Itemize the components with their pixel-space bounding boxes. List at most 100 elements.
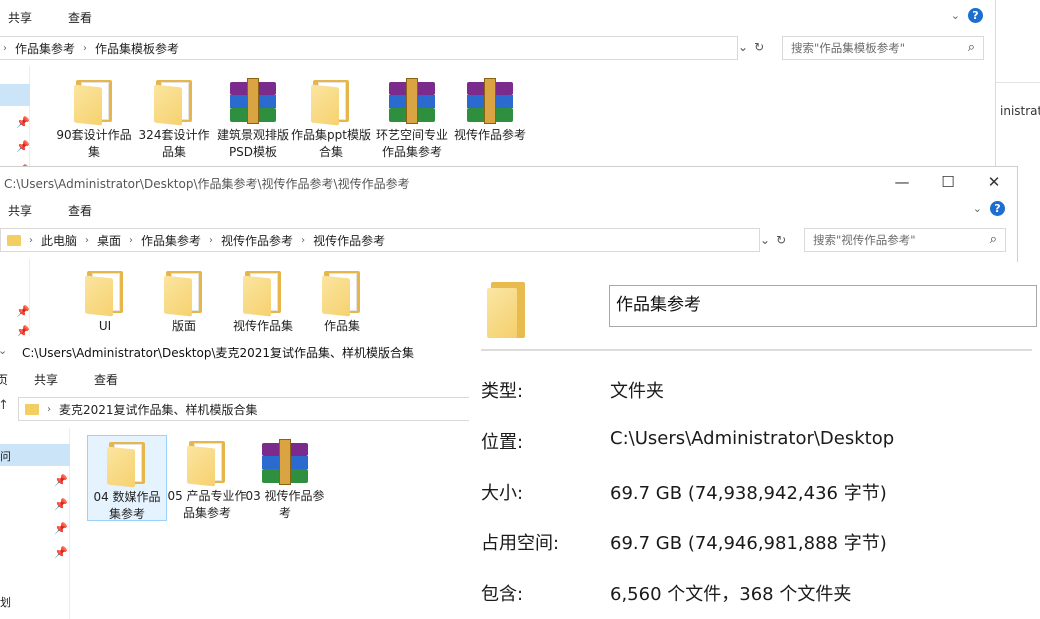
ribbon: 共享 查看 ⌄ ? bbox=[0, 2, 995, 32]
chevron-right-icon: › bbox=[83, 42, 88, 54]
search-input[interactable]: 搜索"作品集模板参考" ⌕ bbox=[782, 36, 984, 60]
navigation-pane: 问 📌 📌 📌 📌 划 bbox=[0, 428, 70, 619]
breadcrumb-item[interactable]: 作品集模板参考 bbox=[91, 40, 183, 57]
file-item[interactable]: 作品集ppt模版合集 bbox=[291, 78, 371, 161]
file-label: UI bbox=[98, 319, 112, 333]
folder-icon bbox=[487, 282, 527, 338]
tab-share[interactable]: 共享 bbox=[0, 202, 50, 219]
tab-share[interactable]: 共享 bbox=[0, 9, 50, 26]
dropdown-arrow-icon[interactable]: ⌄ bbox=[738, 40, 748, 54]
file-item[interactable]: 90套设计作品集 bbox=[54, 78, 134, 161]
pin-icon[interactable]: 📌 bbox=[54, 498, 68, 511]
file-item[interactable]: 03 视传作品参考 bbox=[245, 439, 325, 522]
breadcrumb-item[interactable]: 作品集参考 bbox=[137, 232, 205, 249]
tab-share[interactable]: 共享 bbox=[16, 371, 76, 388]
file-label: 视传作品集 bbox=[232, 319, 293, 333]
quick-access-dropdown-icon[interactable]: ⌄ bbox=[0, 344, 7, 357]
address-bar[interactable]: › 作品集参考 › 作品集模板参考 bbox=[0, 36, 738, 60]
file-item[interactable]: 324套设计作品集 bbox=[134, 78, 214, 161]
file-label: 环艺空间专业作品集参考 bbox=[375, 128, 448, 159]
property-label: 包含: bbox=[481, 584, 524, 605]
pin-icon[interactable]: 📌 bbox=[16, 305, 30, 318]
property-label: 大小: bbox=[481, 483, 524, 504]
file-label: 作品集ppt模版合集 bbox=[291, 128, 371, 159]
close-icon[interactable]: ✕ bbox=[971, 167, 1017, 197]
folder-name-field[interactable]: 作品集参考 bbox=[609, 285, 1037, 327]
minimize-icon[interactable]: — bbox=[879, 167, 925, 197]
breadcrumb-item[interactable]: 此电脑 bbox=[37, 232, 81, 249]
address-bar[interactable]: › 麦克2021复试作品集、样机模版合集 bbox=[18, 397, 480, 421]
file-item[interactable]: UI bbox=[65, 269, 145, 335]
property-label: 占用空间: bbox=[481, 533, 560, 554]
pin-icon[interactable]: 📌 bbox=[54, 474, 68, 487]
file-label: 04 数媒作品集参考 bbox=[93, 490, 161, 521]
file-label: 建筑景观排版PSD模板 bbox=[216, 128, 289, 159]
file-label: 90套设计作品集 bbox=[56, 128, 132, 159]
file-item[interactable]: 视传作品参考 bbox=[450, 78, 530, 144]
file-item[interactable]: 05 产品专业作品集参考 bbox=[167, 439, 247, 522]
nav-selected-item[interactable] bbox=[0, 84, 30, 106]
breadcrumb-item[interactable]: 视传作品参考 bbox=[217, 232, 297, 249]
tab-view[interactable]: 查看 bbox=[50, 202, 110, 219]
refresh-icon[interactable]: ↻ bbox=[754, 40, 764, 54]
archive-icon bbox=[465, 78, 515, 124]
up-arrow-icon[interactable]: ↑ bbox=[0, 398, 9, 413]
tab-page[interactable]: 页 bbox=[0, 371, 16, 388]
window-title: C:\Users\Administrator\Desktop\麦克2021复试作… bbox=[22, 346, 415, 360]
pin-icon[interactable]: 📌 bbox=[16, 140, 30, 153]
pin-icon[interactable]: 📌 bbox=[54, 546, 68, 559]
search-icon[interactable]: ⌕ bbox=[968, 40, 975, 55]
pin-icon[interactable]: 📌 bbox=[54, 522, 68, 535]
file-item[interactable]: 作品集 bbox=[302, 269, 382, 335]
archive-icon bbox=[387, 78, 437, 124]
title-bar[interactable]: ⌄ C:\Users\Administrator\Desktop\麦克2021复… bbox=[0, 336, 480, 364]
search-icon[interactable]: ⌕ bbox=[990, 232, 997, 247]
explorer-window-template-ref: 共享 查看 ⌄ ? › 作品集参考 › 作品集模板参考 ⌄ ↻ 搜索"作品集模板… bbox=[0, 0, 996, 170]
property-value: 69.7 GB (74,938,942,436 字节) bbox=[610, 483, 887, 504]
background-window-text: inistrat bbox=[1000, 104, 1040, 118]
ribbon: 共享 查看 ⌄ ? bbox=[0, 195, 1017, 225]
chevron-down-icon[interactable]: ⌄ bbox=[973, 202, 982, 215]
breadcrumb-item[interactable]: 麦克2021复试作品集、样机模版合集 bbox=[55, 401, 262, 418]
refresh-icon[interactable]: ↻ bbox=[776, 233, 786, 247]
address-bar[interactable]: › 此电脑 › 桌面 › 作品集参考 › 视传作品参考 › 视传作品参考 bbox=[0, 228, 760, 252]
explorer-window-mike-collection: ⌄ C:\Users\Administrator\Desktop\麦克2021复… bbox=[0, 336, 480, 619]
nav-selected-item[interactable]: 问 bbox=[0, 444, 70, 466]
file-label: 324套设计作品集 bbox=[138, 128, 210, 159]
nav-item-label[interactable]: 划 bbox=[0, 594, 11, 610]
folder-icon bbox=[185, 439, 229, 487]
file-item[interactable]: 建筑景观排版PSD模板 bbox=[213, 78, 293, 161]
folder-icon bbox=[83, 269, 127, 317]
search-input[interactable]: 搜索"视传作品参考" ⌕ bbox=[804, 228, 1006, 252]
folder-icon bbox=[162, 269, 206, 317]
chevron-right-icon: › bbox=[209, 234, 214, 246]
file-item[interactable]: 版面 bbox=[144, 269, 224, 335]
file-item[interactable]: 环艺空间专业作品集参考 bbox=[372, 78, 452, 161]
folder-small-icon bbox=[7, 234, 21, 246]
breadcrumb-item[interactable]: 作品集参考 bbox=[11, 40, 79, 57]
breadcrumb-item[interactable]: 桌面 bbox=[93, 232, 125, 249]
title-bar[interactable]: C:\Users\Administrator\Desktop\作品集参考\视传作… bbox=[0, 167, 1017, 197]
chevron-right-icon: › bbox=[129, 234, 134, 246]
help-icon[interactable]: ? bbox=[990, 201, 1005, 216]
file-item[interactable]: 视传作品集 bbox=[223, 269, 303, 335]
breadcrumb-item[interactable]: 视传作品参考 bbox=[309, 232, 389, 249]
search-placeholder: 搜索"作品集模板参考" bbox=[791, 41, 906, 55]
maximize-icon[interactable]: ☐ bbox=[925, 167, 971, 197]
pin-icon[interactable]: 📌 bbox=[16, 116, 30, 129]
chevron-down-icon[interactable]: ⌄ bbox=[951, 9, 960, 22]
help-icon[interactable]: ? bbox=[968, 8, 983, 23]
file-label: 版面 bbox=[171, 319, 196, 333]
dropdown-arrow-icon[interactable]: ⌄ bbox=[760, 233, 770, 247]
file-label: 03 视传作品参考 bbox=[245, 489, 325, 520]
archive-icon bbox=[228, 78, 278, 124]
navigation-pane: 📌 📌 bbox=[0, 259, 30, 346]
property-label: 位置: bbox=[481, 432, 524, 453]
tab-view[interactable]: 查看 bbox=[76, 371, 136, 388]
ribbon: 页 共享 查看 bbox=[0, 364, 480, 394]
chevron-right-icon: › bbox=[301, 234, 306, 246]
tab-view[interactable]: 查看 bbox=[50, 9, 110, 26]
file-item[interactable]: 04 数媒作品集参考 bbox=[87, 435, 167, 521]
folder-icon bbox=[241, 269, 285, 317]
folder-properties-dialog: 作品集参考 类型: 文件夹 位置: C:\Users\Administrator… bbox=[469, 262, 1040, 619]
